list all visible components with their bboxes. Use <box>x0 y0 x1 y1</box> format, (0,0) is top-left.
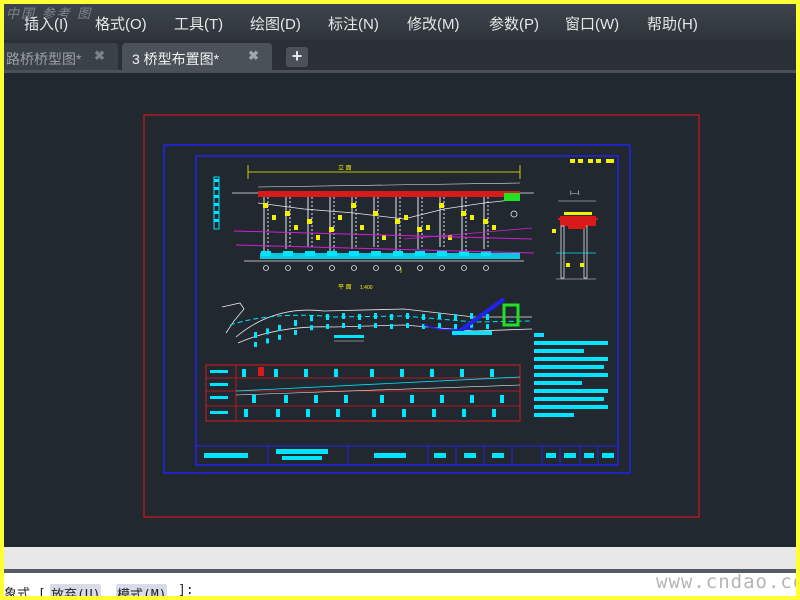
tab-bridge-layout-drawing[interactable]: 3 桥型布置图* ✖ <box>122 43 272 70</box>
drawing-frame <box>195 155 619 466</box>
cad-drawing: 立 面 I I—I 平 面 1:400 <box>143 114 700 518</box>
menu-insert[interactable]: 插入(I) <box>24 13 68 34</box>
sheet-number-marks <box>570 159 614 163</box>
cad-application: 中国 参考 图 插入(I) 格式(O) 工具(T) 绘图(D) 标注(N) 修改… <box>4 4 796 596</box>
tab-label: 3 桥型布置图* <box>132 51 220 67</box>
menu-parameters[interactable]: 参数(P) <box>489 13 539 34</box>
menu-format[interactable]: 格式(O) <box>95 13 147 34</box>
command-prompt: 象式 [ <box>4 587 46 596</box>
command-prompt-tail: ]: <box>178 583 194 596</box>
menu-draw[interactable]: 绘图(D) <box>250 13 301 34</box>
plan-title: 平 面 <box>338 284 352 291</box>
close-icon[interactable]: ✖ <box>94 48 105 64</box>
horizontal-scroll-area[interactable] <box>4 547 796 569</box>
close-icon[interactable]: ✖ <box>248 48 259 64</box>
tab-label: 路桥桥型图* <box>6 51 82 67</box>
menu-tools[interactable]: 工具(T) <box>174 13 223 34</box>
elevation-view: 立 面 I <box>213 164 535 275</box>
tab-bridge-type-drawing[interactable]: 路桥桥型图* ✖ <box>4 43 118 70</box>
general-notes <box>534 333 608 417</box>
menu-dimension[interactable]: 标注(N) <box>328 13 379 34</box>
menu-window[interactable]: 窗口(W) <box>565 13 619 34</box>
drawing-canvas[interactable]: 立 面 I I—I 平 面 1:400 <box>4 73 796 547</box>
watermark: www.cndao.com <box>656 571 796 593</box>
section-label: I—I <box>570 191 580 197</box>
new-tab-plus-icon[interactable]: + <box>286 47 308 67</box>
elevation-title: 立 面 <box>338 164 352 172</box>
document-tab-bar: 路桥桥型图* ✖ 3 桥型布置图* ✖ <box>4 40 796 70</box>
menu-modify[interactable]: 修改(M) <box>407 13 460 34</box>
bridge-data-table <box>205 364 521 422</box>
menu-bar: 中国 参考 图 插入(I) 格式(O) 工具(T) 绘图(D) 标注(N) 修改… <box>4 4 796 40</box>
cross-section-view: I—I <box>552 191 598 280</box>
section-marker: I <box>400 268 402 275</box>
table-values <box>242 369 504 417</box>
plan-scale: 1:400 <box>360 285 373 291</box>
plan-view: 平 面 1:400 <box>221 284 533 347</box>
title-block-text <box>204 449 614 460</box>
command-option-mode[interactable]: 模式(M) <box>116 584 168 596</box>
command-option-undo[interactable]: 放弃(U) <box>50 584 102 596</box>
menu-help[interactable]: 帮助(H) <box>647 13 698 34</box>
